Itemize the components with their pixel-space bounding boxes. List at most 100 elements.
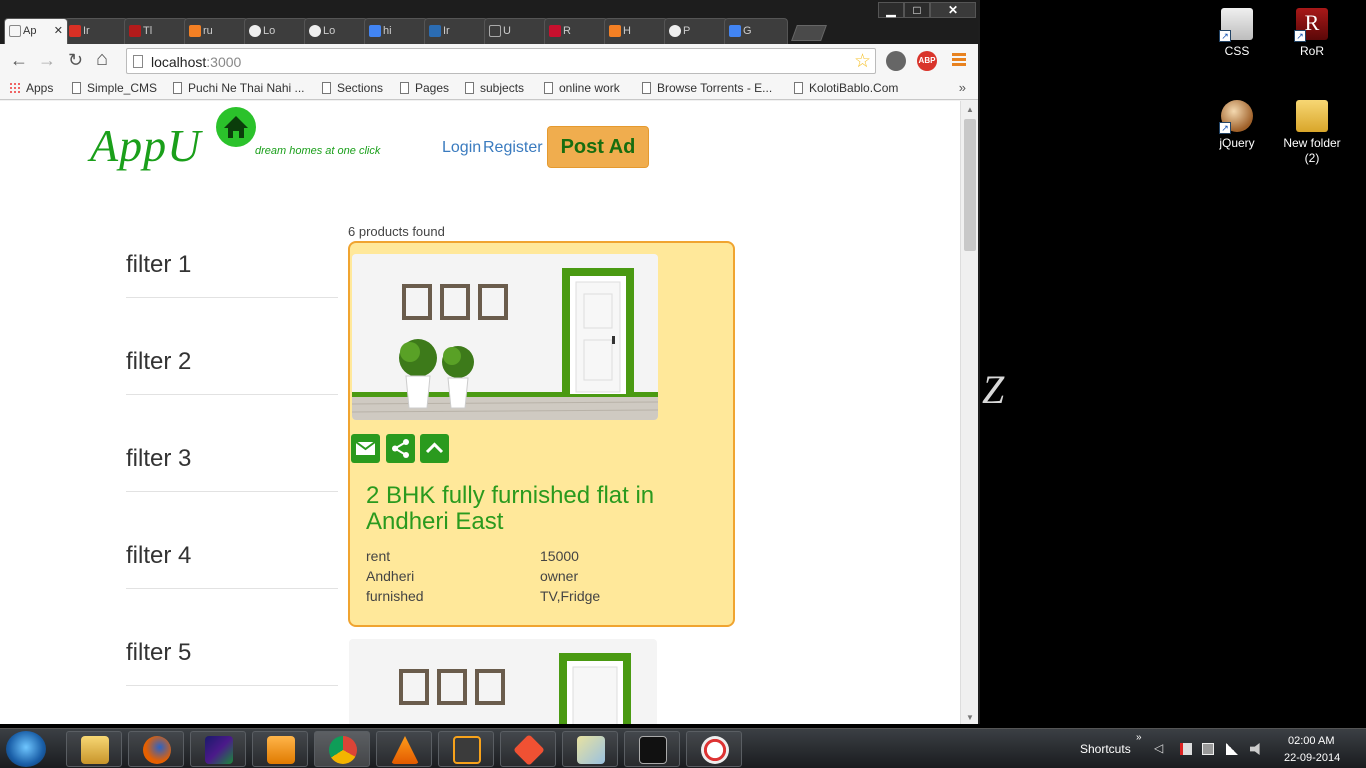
listing-title[interactable]: 2 BHK fully furnished flat in Andheri Ea…	[366, 483, 726, 535]
rails-icon	[549, 25, 561, 37]
new-tab-button[interactable]	[791, 25, 827, 41]
css-shortcut[interactable]: ↗ CSS	[1200, 8, 1274, 59]
firefox-icon	[143, 736, 171, 764]
clock-time[interactable]: 02:00 AM	[1288, 735, 1334, 747]
show-hidden-icons-arrow[interactable]: ◁	[1154, 741, 1163, 755]
chrome-menu-icon[interactable]	[952, 53, 966, 68]
taskbar-sublime[interactable]	[438, 731, 494, 767]
post-ad-button[interactable]: Post Ad	[547, 126, 649, 168]
share-icon[interactable]	[386, 434, 415, 463]
taskbar-cmd[interactable]	[624, 731, 680, 767]
tab-github-2[interactable]: Lo	[304, 18, 368, 44]
jquery-shortcut[interactable]: ↗ jQuery	[1200, 100, 1274, 151]
shortcuts-toolbar[interactable]: Shortcuts	[1080, 742, 1131, 756]
bookmark-star-icon[interactable]: ☆	[854, 50, 871, 73]
tab-appu[interactable]: Ap ✕	[4, 18, 68, 44]
command-prompt-icon	[639, 736, 667, 764]
adblock-plus-icon[interactable]: ABP	[917, 51, 937, 71]
listing-card[interactable]: 2 BHK fully furnished flat in Andheri Ea…	[348, 241, 735, 627]
tab-gmail[interactable]: Ir	[64, 18, 128, 44]
bookmark-item[interactable]: Puchi Ne Thai Nahi ...	[173, 81, 305, 95]
page-icon	[642, 82, 651, 94]
filter-3[interactable]: filter 3	[126, 395, 338, 492]
home-button[interactable]: ⌂	[96, 48, 108, 71]
close-button[interactable]: ✕	[930, 2, 976, 18]
results-count: 6 products found	[348, 224, 445, 239]
page-viewport: AppU dream homes at one click Login Regi…	[0, 101, 960, 724]
winamp-icon	[205, 736, 233, 764]
bookmark-item[interactable]: subjects	[465, 81, 524, 95]
signal-strength-icon[interactable]	[1226, 743, 1238, 755]
taskbar-winamp[interactable]	[190, 731, 246, 767]
forward-button[interactable]: →	[38, 50, 56, 71]
filter-4[interactable]: filter 4	[126, 492, 338, 589]
scroll-down-arrow-icon[interactable]: ▼	[966, 713, 974, 722]
scrollbar-thumb[interactable]	[964, 119, 976, 251]
register-link[interactable]: Register	[483, 139, 543, 157]
email-icon[interactable]	[351, 434, 380, 463]
filter-1[interactable]: filter 1	[126, 201, 338, 298]
bookmark-item[interactable]: Browse Torrents - E...	[642, 81, 772, 95]
page-icon	[465, 82, 474, 94]
folder-icon	[1296, 100, 1328, 132]
tab-github-3[interactable]: P	[664, 18, 728, 44]
google-icon	[369, 25, 381, 37]
scroll-up-arrow-icon[interactable]: ▲	[966, 105, 974, 114]
network-warning-icon[interactable]	[1202, 743, 1214, 755]
start-button[interactable]	[6, 731, 46, 767]
tab-untitled[interactable]: U	[484, 18, 548, 44]
site-logo[interactable]: AppU	[90, 119, 201, 172]
desktop-watermark: Z	[982, 367, 1005, 412]
taskbar-snipping-tool[interactable]	[686, 731, 742, 767]
filter-5[interactable]: filter 5	[126, 589, 338, 686]
film-extension-icon[interactable]	[886, 51, 906, 71]
tab-stackoverflow-2[interactable]: H	[604, 18, 668, 44]
taskbar-media-player[interactable]	[252, 731, 308, 767]
taskbar-firefox[interactable]	[128, 731, 184, 767]
page-icon	[173, 82, 182, 94]
new-folder[interactable]: New folder (2)	[1275, 100, 1349, 166]
tab-stackoverflow[interactable]: ru	[184, 18, 248, 44]
page-scrollbar[interactable]: ▲ ▼	[960, 101, 978, 724]
back-button[interactable]: ←	[10, 50, 28, 71]
ror-shortcut[interactable]: R ↗ RoR	[1275, 8, 1349, 59]
sublime-text-icon	[453, 736, 481, 764]
volume-icon[interactable]	[1250, 743, 1260, 755]
tab-close-icon[interactable]: ✕	[54, 24, 63, 37]
home-icon[interactable]	[216, 107, 256, 147]
tab-github-1[interactable]: Lo	[244, 18, 308, 44]
login-link[interactable]: Login	[442, 139, 481, 157]
taskbar-explorer[interactable]	[66, 731, 122, 767]
git-icon	[513, 734, 545, 766]
bookmark-item[interactable]: Pages	[400, 81, 449, 95]
reload-button[interactable]: ↻	[68, 50, 83, 71]
tab-google-1[interactable]: hi	[364, 18, 428, 44]
address-bar[interactable]: localhost:3000 ☆	[126, 48, 876, 74]
filter-2[interactable]: filter 2	[126, 298, 338, 395]
tab-tl[interactable]: Tl	[124, 18, 188, 44]
maximize-button[interactable]: □	[904, 2, 930, 18]
toolbar-overflow-icon[interactable]: »	[1136, 732, 1142, 743]
bookmark-apps[interactable]: Apps	[9, 81, 53, 95]
bookmark-item[interactable]: Simple_CMS	[72, 81, 157, 95]
taskbar-vlc[interactable]	[376, 731, 432, 767]
taskbar-file-manager[interactable]	[562, 731, 618, 767]
bookmarks-overflow-button[interactable]: »	[959, 80, 966, 95]
taskbar-git[interactable]	[500, 731, 556, 767]
minimize-button[interactable]: ▁	[878, 2, 904, 18]
bookmark-item[interactable]: KolotiBablo.Com	[794, 81, 898, 95]
github-icon	[669, 25, 681, 37]
clock-date[interactable]: 22-09-2014	[1284, 752, 1340, 764]
bookmark-item[interactable]: online work	[544, 81, 620, 95]
action-center-icon[interactable]	[1180, 743, 1192, 755]
tab-rails[interactable]: R	[544, 18, 608, 44]
page-icon	[72, 82, 81, 94]
tab-google-2[interactable]: G	[724, 18, 788, 44]
chevron-up-icon[interactable]	[420, 434, 449, 463]
listing-price: 15000	[540, 548, 579, 564]
bookmark-item[interactable]: Sections	[322, 81, 383, 95]
gmail-icon	[69, 25, 81, 37]
taskbar-chrome[interactable]	[314, 731, 370, 767]
tab-jetbrains[interactable]: Ir	[424, 18, 488, 44]
url-text: localhost:3000	[151, 54, 242, 70]
